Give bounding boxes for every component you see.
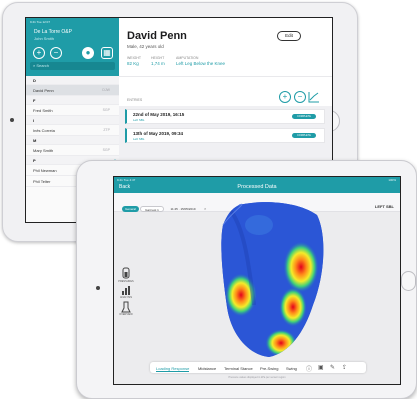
phase-swing[interactable]: Swing	[286, 366, 297, 371]
phase-terminal-stance[interactable]: Terminal Stance	[224, 366, 253, 371]
patient-search-input[interactable]: ⌕ Search	[30, 62, 115, 70]
phase-loading-response[interactable]: Loading Response	[156, 366, 190, 372]
height-value: 1,74 m	[151, 61, 165, 66]
patient-name: David Penn	[127, 30, 187, 42]
tab-gait-test[interactable]: Gait test 1	[140, 206, 164, 212]
section-header: D	[26, 76, 119, 85]
weight-value: 82 Kg	[127, 61, 139, 66]
test-timestamp: 11:45 · 15/05/2019	[170, 207, 196, 211]
entry-side: Left SBL	[133, 137, 145, 141]
patient-row-name: David Penn	[33, 88, 54, 93]
patient-row-code: SGP	[102, 148, 110, 152]
back-button[interactable]: Back	[119, 184, 130, 190]
close-tab-icon[interactable]: ×	[204, 206, 206, 211]
entry-side: Left SBL	[133, 118, 145, 122]
patient-row-name: Fred Smith	[33, 108, 53, 113]
patient-row-name: Phil Telter	[33, 179, 51, 184]
section-letter: D	[33, 78, 36, 83]
patient-row[interactable]: Inês Correia ZTP	[26, 125, 119, 136]
nav-bar: 9:41 Tue 4:47 100% Processed Data Back	[114, 177, 400, 193]
patient-row-code: DJW	[102, 88, 110, 92]
edit-patient-button[interactable]: Edit	[277, 31, 301, 41]
info-icon[interactable]: ⓘ	[306, 364, 312, 373]
entry-date: 22nd of May 2019, 16:15	[133, 112, 185, 117]
processed-data-screen: 9:41 Tue 4:47 100% Processed Data Back G…	[113, 176, 401, 385]
front-tablet-home-button	[401, 271, 416, 291]
status-bar-time: 9:41 Tue 4:47	[117, 178, 136, 182]
remove-entry-icon[interactable]: −	[294, 91, 306, 103]
section-letter: F	[33, 98, 36, 103]
section-letter: I	[33, 118, 35, 123]
section-divider	[119, 76, 332, 77]
patient-row[interactable]: Fred Smith SGP	[26, 105, 119, 116]
section-header: F	[26, 96, 119, 105]
status-bar-time: 9:41 Tue 12:07	[30, 20, 51, 24]
patient-row[interactable]: David Penn DJW	[26, 85, 119, 96]
patient-row[interactable]: Mary Smith SGP	[26, 145, 119, 156]
sidebar-header: 9:41 Tue 12:07 De La Torre O&P John Smit…	[26, 18, 119, 76]
screen-title: Processed Data	[237, 184, 277, 190]
height-label: HEIGHT	[151, 56, 165, 60]
remove-patient-icon[interactable]: −	[50, 47, 62, 59]
edit-icon[interactable]: ✎	[330, 364, 335, 371]
entry-row[interactable]: 22nd of May 2019, 16:15 Left SBL COMPLET…	[125, 109, 325, 124]
device-icon[interactable]: ▦	[101, 47, 113, 59]
section-header: I	[26, 116, 119, 125]
patient-row-code: SGP	[102, 108, 110, 112]
add-entry-icon[interactable]: +	[279, 91, 291, 103]
user-name: John Smith	[34, 36, 55, 41]
phase-pre-swing[interactable]: Pre-Swing	[260, 366, 278, 371]
record-icon[interactable]: ●	[82, 47, 94, 59]
back-tablet-camera	[10, 118, 14, 122]
analysis-icon[interactable]	[120, 284, 132, 296]
tab-general[interactable]: General	[122, 206, 139, 212]
overview-label: OVERVIEW	[119, 313, 133, 316]
pressure-heatmap[interactable]	[209, 195, 329, 360]
patient-row-name: Inês Correia	[33, 128, 55, 133]
organization-name: De La Torre O&P	[34, 29, 72, 35]
share-icon[interactable]: ⇪	[342, 364, 347, 371]
phase-midstance[interactable]: Midstance	[198, 366, 216, 371]
amputation-value: Left Leg Below the Knee	[176, 61, 226, 66]
entries-label: ENTRIES	[127, 98, 143, 102]
foot-side-label: LEFT SBL	[374, 204, 394, 209]
add-patient-icon[interactable]: +	[33, 47, 45, 59]
layout-icon[interactable]: ▣	[318, 364, 324, 371]
overview-icon[interactable]	[120, 301, 132, 313]
amputation-label: AMPUTATION	[176, 56, 199, 60]
entry-status-badge: COMPLETE	[292, 133, 316, 138]
patient-row-name: Phil Newman	[33, 168, 57, 173]
analysis-label: ANALYSIS	[119, 296, 133, 299]
entry-status-badge: COMPLETE	[292, 114, 316, 119]
section-header: M	[26, 136, 119, 145]
patient-row-code: ZTP	[103, 128, 110, 132]
battery-status: 100%	[388, 178, 396, 182]
front-tablet-camera	[96, 286, 100, 290]
pressures-icon[interactable]	[120, 267, 132, 279]
section-letter: M	[33, 138, 37, 143]
entry-row[interactable]: 13th of May 2019, 09:34 Left SBL COMPLET…	[125, 128, 325, 143]
pressures-label: PRESSURES	[118, 280, 134, 283]
footer-note: Pressure values displayed in kPa per sen…	[228, 376, 286, 379]
chart-icon[interactable]	[308, 91, 320, 103]
search-placeholder: Search	[36, 63, 50, 68]
patient-subtitle: Male, 42 years old	[127, 44, 164, 49]
entry-date: 13th of May 2019, 09:34	[133, 131, 184, 136]
weight-label: WEIGHT	[127, 56, 141, 60]
patient-row-name: Mary Smith	[33, 148, 54, 153]
section-letter: P	[33, 158, 36, 163]
